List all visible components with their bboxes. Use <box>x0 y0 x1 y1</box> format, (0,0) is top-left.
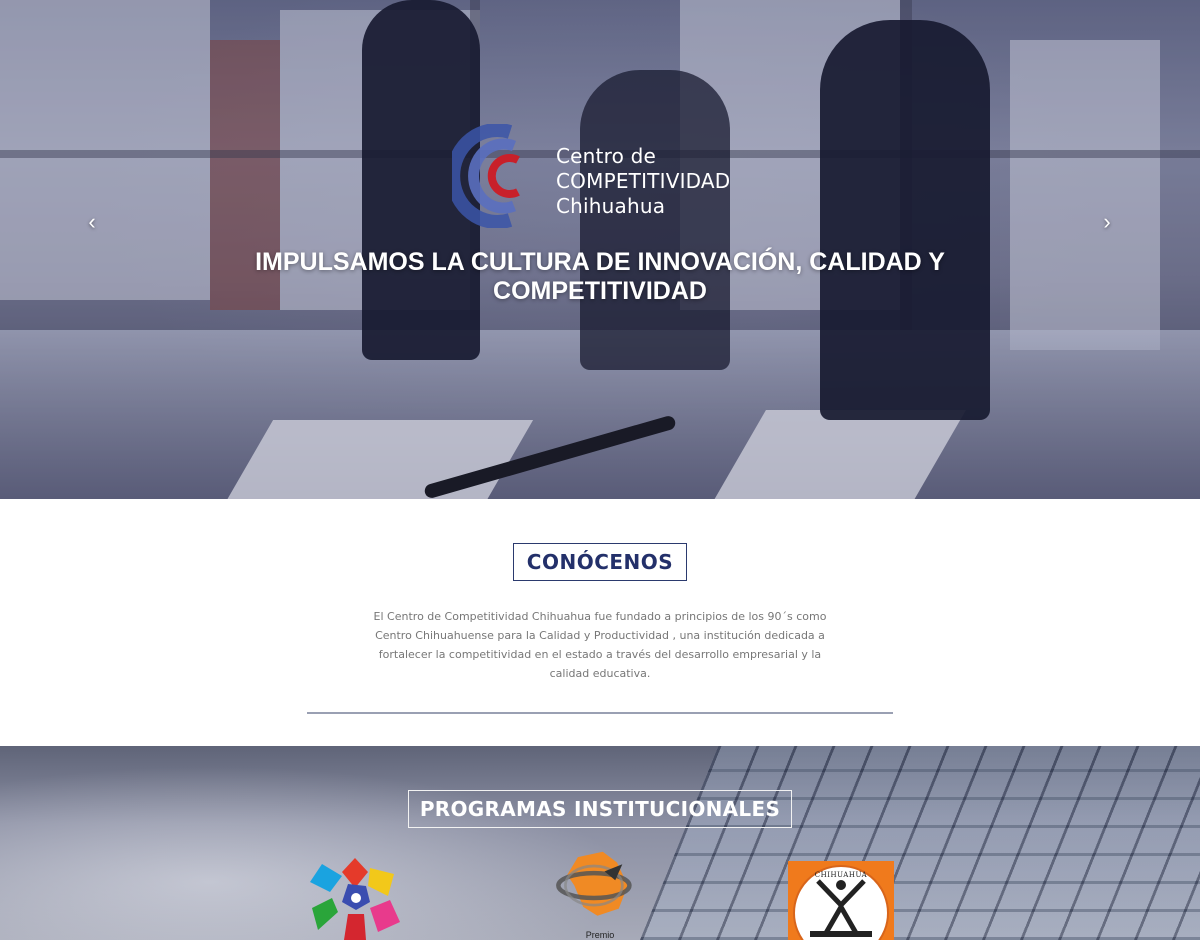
site-logo[interactable]: Centro de COMPETITIVIDAD Chihuahua <box>452 124 752 228</box>
program-logo-1[interactable] <box>308 852 402 940</box>
about-description: El Centro de Competitividad Chihuahua fu… <box>373 610 827 680</box>
programs-bg-building <box>640 746 1200 940</box>
programs-heading: PROGRAMAS INSTITUCIONALES <box>408 790 792 828</box>
hero-carousel: ‹ › Centro de COMPETITIVIDAD Chihuahua I… <box>0 0 1200 499</box>
premio-orange-map-logo-icon <box>556 851 632 916</box>
about-section: CONÓCENOS El Centro de Competitividad Ch… <box>0 499 1200 746</box>
hero-title-line-2: COMPETITIVIDAD <box>493 277 707 305</box>
carousel-prev-arrow[interactable]: ‹ <box>80 208 104 236</box>
logo-line-3: Chihuahua <box>556 194 666 218</box>
ccc-logo-icon <box>452 124 520 228</box>
carousel-next-arrow[interactable]: › <box>1095 208 1119 236</box>
logo-line-2: COMPETITIVIDAD <box>556 169 731 193</box>
hero-title-line-1: IMPULSAMOS LA CULTURA DE INNOVACIÓN, CAL… <box>255 248 945 276</box>
logo-line-1: Centro de <box>556 144 656 168</box>
program-logo-chihuahua[interactable]: CHIHUAHUA <box>788 861 894 940</box>
section-divider <box>307 712 893 714</box>
logo-wordmark: Centro de COMPETITIVIDAD Chihuahua <box>556 144 730 219</box>
hero-title: IMPULSAMOS LA CULTURA DE INNOVACIÓN, CAL… <box>200 248 1000 306</box>
about-heading: CONÓCENOS <box>513 543 687 581</box>
programs-section: PROGRAMAS INSTITUCIONALES Premio CHIHUAH… <box>0 746 1200 940</box>
premio-label: Premio <box>585 930 615 940</box>
program-logo-premio[interactable]: Premio <box>548 850 638 940</box>
colorful-star-logo-icon <box>310 858 400 940</box>
book-figure-icon <box>810 879 872 937</box>
